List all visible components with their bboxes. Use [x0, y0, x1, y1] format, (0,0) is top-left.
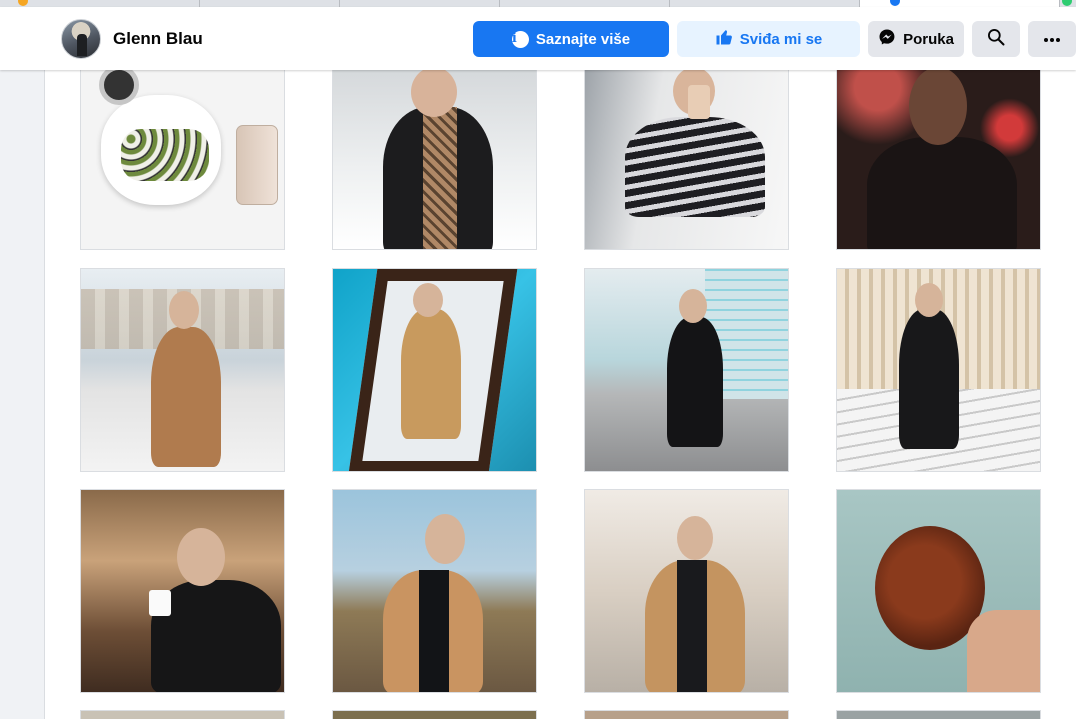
photo-face-mask[interactable] [836, 489, 1041, 693]
thumbs-up-icon [715, 28, 733, 50]
photo-mirror-reflection[interactable] [332, 268, 537, 472]
page-title[interactable]: Glenn Blau [113, 29, 203, 49]
browser-tab[interactable] [500, 0, 670, 7]
photo-railway[interactable] [332, 489, 537, 693]
like-button[interactable]: Sviđa mi se [677, 21, 860, 57]
photo-scarf-mall[interactable] [332, 46, 537, 250]
message-label: Poruka [903, 30, 954, 48]
message-button[interactable]: Poruka [868, 21, 964, 57]
search-button[interactable] [972, 21, 1020, 57]
photo-old-town[interactable] [584, 489, 789, 693]
learn-more-button[interactable]: i Saznajte više [473, 21, 669, 57]
photo-selfie-wall[interactable] [584, 46, 789, 250]
browser-tab-strip [0, 0, 1076, 7]
photo-cafe-cup[interactable] [80, 489, 285, 693]
photo-night-glasses[interactable] [836, 46, 1041, 250]
page-header: Glenn Blau i Saznajte više Sviđa mi se P… [0, 7, 1076, 70]
left-gutter [0, 7, 45, 719]
photo-sushi-phone[interactable] [80, 46, 285, 250]
avatar[interactable] [61, 19, 101, 59]
photo-row4-1[interactable] [80, 710, 285, 719]
photo-street-black-coat[interactable] [584, 268, 789, 472]
photo-row4-3[interactable] [584, 710, 789, 719]
browser-tab[interactable] [0, 0, 200, 7]
search-icon [986, 27, 1006, 51]
tab-favicon [1062, 0, 1072, 6]
more-icon [1042, 31, 1062, 48]
browser-tab[interactable] [340, 0, 500, 7]
photo-row4-2[interactable] [332, 710, 537, 719]
learn-more-label: Saznajte više [535, 30, 631, 48]
browser-tab[interactable] [670, 0, 860, 7]
messenger-icon [878, 28, 896, 50]
photo-camel-coat-square[interactable] [80, 268, 285, 472]
more-options-button[interactable] [1028, 21, 1076, 57]
photo-row4-4[interactable] [836, 710, 1041, 719]
info-icon: i [511, 30, 529, 48]
browser-tab[interactable] [200, 0, 340, 7]
like-label: Sviđa mi se [739, 30, 823, 48]
photo-staircase[interactable] [836, 268, 1041, 472]
